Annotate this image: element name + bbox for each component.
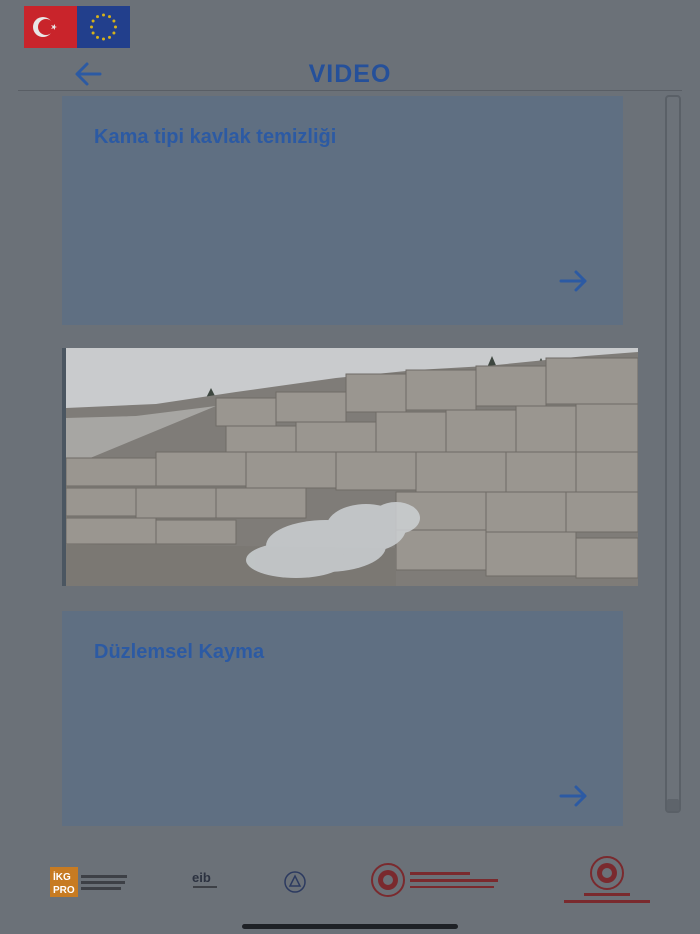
video-thumbnail[interactable] <box>62 348 638 586</box>
ikg-pro-logo: İKG PRO <box>50 867 130 902</box>
eu-flag-icon <box>77 6 130 48</box>
ministry-logo-1 <box>370 862 504 903</box>
scroll-thumb[interactable] <box>667 799 679 811</box>
card-title: Kama tipi kavlak temizliği <box>94 126 337 148</box>
svg-text:İKG: İKG <box>53 870 71 883</box>
flags-logo <box>24 6 130 48</box>
page-title: VIDEO <box>308 60 392 88</box>
scrollbar[interactable] <box>665 95 681 813</box>
svg-text:PRO: PRO <box>53 885 75 896</box>
video-card-kama-tipi[interactable]: Kama tipi kavlak temizliği <box>62 96 623 325</box>
arrow-right-icon[interactable] <box>557 264 591 298</box>
turkey-flag-icon <box>24 6 77 48</box>
ministry-logo-2 <box>562 856 652 913</box>
video-card-duzlemsel-kayma[interactable]: Düzlemsel Kayma <box>62 611 623 826</box>
card-title: Düzlemsel Kayma <box>94 641 265 663</box>
header-divider <box>18 90 682 91</box>
home-indicator[interactable] <box>242 924 458 929</box>
emblem-logo <box>283 870 307 899</box>
eib-logo: eib <box>190 868 220 897</box>
svg-text:eib: eib <box>192 870 211 885</box>
quarry-blast-image <box>66 348 638 586</box>
footer-logos: İKG PRO eib <box>0 850 700 910</box>
arrow-right-icon[interactable] <box>557 779 591 813</box>
